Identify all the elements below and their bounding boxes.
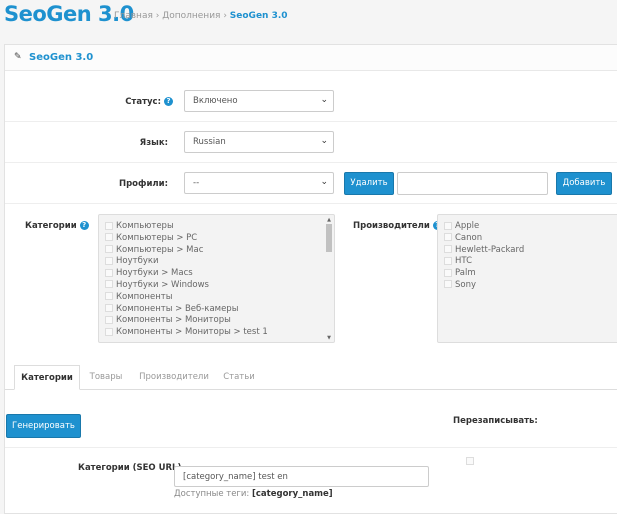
checklist-item-label: Apple [455, 221, 479, 231]
categories-label: Категории? [25, 221, 89, 231]
checkbox[interactable] [444, 222, 452, 230]
checkbox[interactable] [105, 222, 113, 230]
checklist-item-label: Canon [455, 233, 482, 243]
checklist-item[interactable]: Canon [444, 233, 617, 245]
breadcrumb-home[interactable]: Главная [114, 11, 153, 21]
checkbox[interactable] [105, 257, 113, 265]
checklist-item-label: Ноутбуки > Windows [116, 280, 209, 290]
help-icon[interactable]: ? [164, 97, 173, 106]
checklist-item-label: Hewlett-Packard [455, 245, 524, 255]
checklist-item-label: Компоненты > Веб-камеры [116, 304, 238, 314]
divider [5, 162, 617, 163]
checkbox[interactable] [444, 245, 452, 253]
manufacturers-checklist: Apple Canon Hewlett-PackardHTC Palm Sony [437, 214, 617, 343]
profiles-label: Профили: [119, 179, 168, 189]
checkbox[interactable] [105, 245, 113, 253]
checklist-item[interactable]: Palm [444, 268, 617, 280]
checkbox[interactable] [105, 304, 113, 312]
manufacturers-label: Производители? [353, 221, 442, 231]
profiles-select[interactable]: --⌄ [184, 172, 334, 194]
scrollbar[interactable]: ▲ ▼ [325, 217, 333, 341]
tab-articles[interactable]: Статьи [218, 365, 260, 390]
checklist-item-label: Ноутбуки [116, 256, 159, 266]
checklist-item[interactable]: Ноутбуки > Windows [105, 280, 334, 292]
checkbox[interactable] [444, 280, 452, 288]
chevron-down-icon: ⌄ [320, 136, 328, 146]
checklist-item-label: Компьютеры [116, 221, 174, 231]
overwrite-checkbox[interactable] [466, 457, 474, 465]
tab-bar: Категории Товары Производители Статьи [5, 365, 617, 390]
settings-panel: ✎ SeoGen 3.0 Статус:? Включено⌄ Язык: Ru… [4, 44, 617, 514]
checklist-item[interactable]: Hewlett-Packard [444, 245, 617, 257]
checkbox[interactable] [105, 233, 113, 241]
checklist-item-label: Palm [455, 268, 476, 278]
divider [5, 203, 617, 204]
checkbox[interactable] [105, 269, 113, 277]
checklist-item[interactable]: Sony [444, 280, 617, 292]
language-label: Язык: [140, 138, 168, 148]
checkbox[interactable] [105, 328, 113, 336]
checklist-item-label: Компьютеры > PC [116, 233, 197, 243]
tab-categories[interactable]: Категории [14, 365, 80, 390]
available-tags: Доступные теги: [category_name] [174, 489, 333, 499]
status-select[interactable]: Включено⌄ [184, 90, 334, 112]
pencil-icon: ✎ [14, 52, 22, 62]
checklist-item[interactable]: Компоненты [105, 292, 334, 304]
delete-profile-button[interactable]: Удалить [344, 172, 394, 195]
checklist-item-label: Ноутбуки > Macs [116, 268, 193, 278]
chevron-down-icon: ⌄ [320, 95, 328, 105]
checkbox[interactable] [444, 269, 452, 277]
tab-products[interactable]: Товары [85, 365, 127, 390]
seo-url-label: Категории (SEO URL) [78, 463, 181, 473]
checklist-item[interactable]: Ноутбуки > Macs [105, 268, 334, 280]
checklist-item-label: HTC [455, 256, 472, 266]
categories-checklist: Компьютеры Компьютеры > PC Компьютеры > Ma… [98, 214, 335, 343]
checkbox[interactable] [105, 316, 113, 324]
checklist-item[interactable]: Компоненты > Веб-камеры [105, 304, 334, 316]
checklist-item[interactable]: Компоненты > Мониторы [105, 315, 334, 327]
chevron-down-icon: ⌄ [320, 177, 328, 187]
generate-button[interactable]: Генерировать [6, 414, 81, 438]
overwrite-label: Перезаписывать: [453, 416, 538, 426]
status-label: Статус:? [125, 97, 173, 107]
checklist-item[interactable]: Компьютеры [105, 221, 334, 233]
breadcrumb-current[interactable]: SeoGen 3.0 [230, 11, 288, 21]
checkbox[interactable] [105, 280, 113, 288]
checklist-item-label: Компоненты > Мониторы [116, 315, 231, 325]
breadcrumb: Главная › Дополнения › SeoGen 3.0 [114, 11, 288, 21]
divider [5, 121, 617, 122]
language-select[interactable]: Russian⌄ [184, 131, 334, 153]
tab-manufacturers[interactable]: Производители [135, 365, 213, 390]
checklist-item[interactable]: Ноутбуки [105, 256, 334, 268]
checklist-item-label: Компьютеры > Mac [116, 245, 203, 255]
checklist-item[interactable]: Apple [444, 221, 617, 233]
breadcrumb-extensions[interactable]: Дополнения [162, 11, 220, 21]
checklist-item[interactable]: Компьютеры > Mac [105, 245, 334, 257]
profile-name-input[interactable] [397, 172, 548, 195]
panel-title: SeoGen 3.0 [29, 52, 93, 63]
checkbox[interactable] [444, 233, 452, 241]
checkbox[interactable] [444, 257, 452, 265]
checklist-item-label: Sony [455, 280, 476, 290]
seo-url-pattern-input[interactable]: [category_name] test en [174, 466, 429, 487]
checklist-item-label: Компоненты > Мониторы > test 1 [116, 327, 268, 337]
divider [5, 447, 617, 448]
checklist-item-label: Компоненты [116, 292, 172, 302]
checklist-item[interactable]: Компьютеры > PC [105, 233, 334, 245]
add-profile-button[interactable]: Добавить [556, 172, 612, 195]
help-icon[interactable]: ? [80, 221, 89, 230]
panel-heading: ✎ SeoGen 3.0 [5, 45, 617, 71]
checkbox[interactable] [105, 292, 113, 300]
checklist-item[interactable]: Компоненты > Мониторы > test 1 [105, 327, 334, 339]
checklist-item[interactable]: HTC [444, 256, 617, 268]
